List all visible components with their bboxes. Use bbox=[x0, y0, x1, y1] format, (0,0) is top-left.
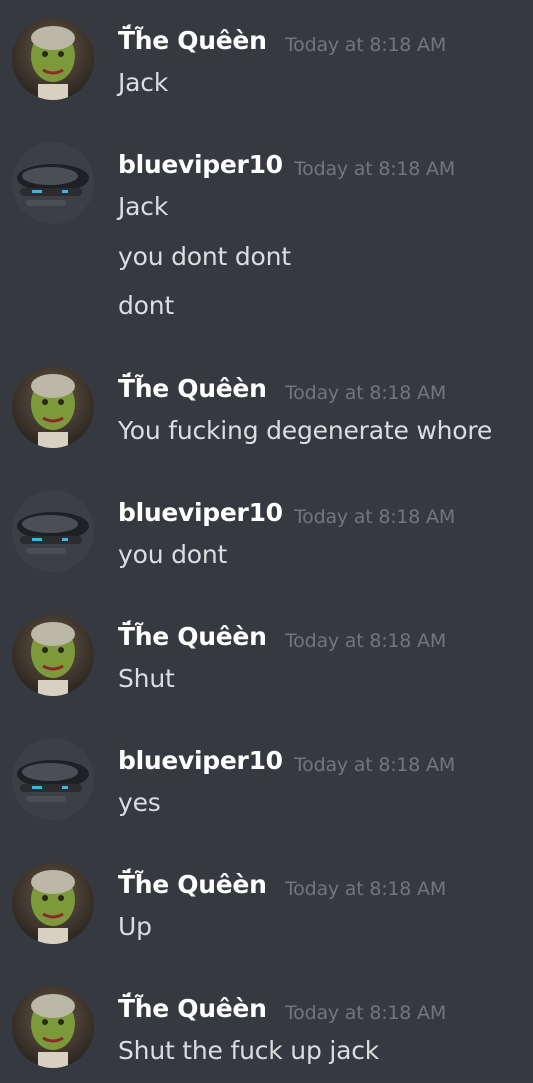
message-timestamp: Today at 8:18 AM bbox=[285, 34, 447, 56]
message-text: you dont dont bbox=[118, 242, 291, 271]
author-name[interactable]: blueviper10 bbox=[118, 746, 283, 775]
author-name[interactable]: blueviper10 bbox=[118, 498, 283, 527]
message-timestamp: Today at 8:18 AM bbox=[294, 158, 456, 180]
message-text: yes bbox=[118, 788, 161, 817]
message-timestamp: Today at 8:18 AM bbox=[294, 754, 456, 776]
spaceship-avatar-icon[interactable] bbox=[12, 142, 94, 224]
author-name[interactable]: T̈́h̃e Quêèn bbox=[118, 870, 267, 899]
message-timestamp: Today at 8:18 AM bbox=[285, 1002, 447, 1024]
queen-avatar-icon[interactable] bbox=[12, 862, 94, 944]
spaceship-avatar-icon[interactable] bbox=[12, 738, 94, 820]
message-text: you dont bbox=[118, 540, 228, 569]
queen-avatar-icon[interactable] bbox=[12, 614, 94, 696]
author-name[interactable]: blueviper10 bbox=[118, 150, 283, 179]
queen-avatar-icon[interactable] bbox=[12, 366, 94, 448]
message-text: Shut the fuck up jack bbox=[118, 1036, 380, 1065]
message-text: Jack bbox=[118, 68, 169, 97]
author-name[interactable]: T̈́h̃e Quêèn bbox=[118, 622, 267, 651]
author-name[interactable]: T̈́h̃e Quêèn bbox=[118, 994, 267, 1023]
message-text: Jack bbox=[118, 192, 169, 221]
message-text: You fucking degenerate whore bbox=[118, 416, 493, 445]
message-timestamp: Today at 8:18 AM bbox=[285, 878, 447, 900]
message-timestamp: Today at 8:18 AM bbox=[294, 506, 456, 528]
message-text: dont bbox=[118, 291, 175, 320]
message-timestamp: Today at 8:18 AM bbox=[285, 382, 447, 404]
author-name[interactable]: T̈́h̃e Quêèn bbox=[118, 374, 267, 403]
queen-avatar-icon[interactable] bbox=[12, 986, 94, 1068]
spaceship-avatar-icon[interactable] bbox=[12, 490, 94, 572]
message-text: Up bbox=[118, 912, 152, 941]
message-timestamp: Today at 8:18 AM bbox=[285, 630, 447, 652]
author-name[interactable]: T̈́h̃e Quêèn bbox=[118, 26, 267, 55]
message-text: Shut bbox=[118, 664, 175, 693]
queen-avatar-icon[interactable] bbox=[12, 18, 94, 100]
